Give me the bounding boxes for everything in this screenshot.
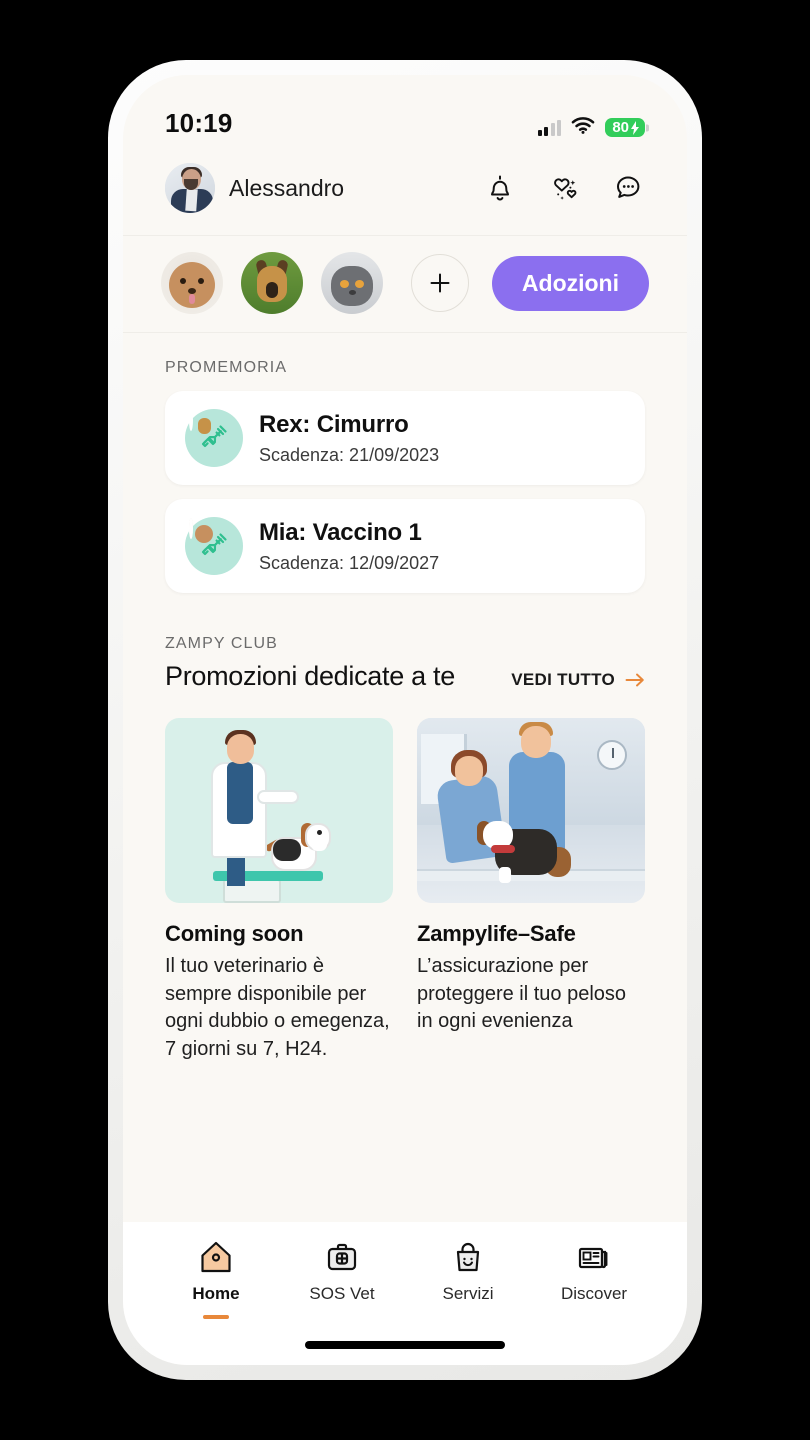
nav-active-indicator <box>329 1315 355 1319</box>
wifi-icon <box>571 116 595 139</box>
phone-screen: 10:19 80 Alessandro Adozioni PROMEMORIA … <box>123 75 687 1365</box>
pets-row: Adozioni <box>123 236 687 333</box>
pet-avatar-cat[interactable] <box>321 252 383 314</box>
reminder-due-date: Scadenza: 21/09/2023 <box>259 444 440 465</box>
status-bar-time: 10:19 <box>165 108 233 138</box>
cellular-signal-icon <box>537 119 562 136</box>
user-avatar[interactable] <box>165 163 215 213</box>
nav-item-servizi[interactable]: Servizi <box>405 1238 531 1319</box>
house-icon <box>201 1241 231 1273</box>
shopping-bag-smile-icon <box>456 1242 480 1272</box>
promo-description: Il tuo veterinario è sempre disponibile … <box>165 955 390 1060</box>
reminder-pet-badge <box>189 518 213 543</box>
status-bar-indicators: 80 <box>537 116 645 139</box>
zampy-club-header: ZAMPY CLUB Promozioni dedicate a te VEDI… <box>123 607 687 692</box>
screenshot-stage: 10:19 80 Alessandro Adozioni PROMEMORIA … <box>0 0 810 1440</box>
nav-label-servizi: Servizi <box>442 1284 494 1303</box>
main-content: PROMEMORIA Rex: Cimurro Scadenza: 21/09/… <box>123 333 687 1222</box>
two-vets-examining-dog-photo <box>417 718 645 903</box>
reminder-icon-wrap <box>185 517 243 575</box>
nav-active-indicator <box>455 1315 481 1319</box>
plus-icon <box>430 273 450 293</box>
nav-active-indicator <box>203 1315 229 1319</box>
battery-charging-icon: 80 <box>605 118 645 137</box>
zampy-club-title: Promozioni dedicate a te <box>165 661 455 691</box>
reminder-due-date: Scadenza: 12/09/2027 <box>259 552 440 573</box>
pet-avatar-poodle[interactable] <box>161 252 223 314</box>
promo-description: L’assicurazione per proteggere il tuo pe… <box>417 955 627 1033</box>
vet-with-beagle-illustration <box>165 718 393 903</box>
adoptions-button[interactable]: Adozioni <box>491 255 649 311</box>
reminder-text: Mia: Vaccino 1 Scadenza: 12/09/2027 <box>259 519 439 574</box>
header-actions <box>483 171 645 205</box>
newspaper-icon <box>578 1247 608 1269</box>
zampy-club-label: ZAMPY CLUB <box>165 635 278 652</box>
reminder-card[interactable]: Rex: Cimurro Scadenza: 21/09/2023 <box>165 391 645 485</box>
add-pet-button[interactable] <box>411 254 469 312</box>
app-header: Alessandro <box>123 147 687 236</box>
first-aid-kit-icon <box>327 1243 357 1271</box>
user-profile[interactable]: Alessandro <box>165 163 344 213</box>
nav-item-sos-vet[interactable]: SOS Vet <box>279 1238 405 1319</box>
reminder-pet-badge <box>189 410 211 434</box>
home-indicator <box>123 1331 687 1365</box>
reminder-text: Rex: Cimurro Scadenza: 21/09/2023 <box>259 411 439 466</box>
nav-active-indicator <box>581 1315 607 1319</box>
user-name: Alessandro <box>229 174 345 201</box>
reminder-title: Rex: Cimurro <box>259 410 409 438</box>
pet-avatar-german-shepherd[interactable] <box>241 252 303 314</box>
sparkle-hearts-icon[interactable] <box>547 171 581 205</box>
battery-level-text: 80 <box>612 119 629 136</box>
reminders-section-label: PROMEMORIA <box>165 359 288 376</box>
bell-icon[interactable] <box>483 171 517 205</box>
chat-bubble-icon[interactable] <box>611 171 645 205</box>
promo-title: Coming soon <box>165 921 304 946</box>
see-all-label: VEDI TUTTO <box>511 670 615 689</box>
promo-title: Zampylife–Safe <box>417 921 576 946</box>
nav-label-home: Home <box>192 1284 240 1303</box>
nav-item-discover[interactable]: Discover <box>531 1238 657 1319</box>
see-all-button[interactable]: VEDI TUTTO <box>511 670 645 690</box>
arrow-right-icon <box>625 673 644 687</box>
reminder-title: Mia: Vaccino 1 <box>259 518 422 546</box>
nav-label-discover: Discover <box>560 1284 628 1303</box>
bottom-navigation: Home SOS Vet Servizi Discover <box>123 1222 687 1331</box>
reminder-card[interactable]: Mia: Vaccino 1 Scadenza: 12/09/2027 <box>165 499 645 593</box>
reminder-icon-wrap <box>185 409 243 467</box>
promo-card[interactable]: Zampylife–Safe L’assicurazione per prote… <box>417 718 645 1063</box>
status-bar: 10:19 80 <box>123 75 687 147</box>
promo-cards: Coming soon Il tuo veterinario è sempre … <box>123 692 687 1063</box>
nav-item-home[interactable]: Home <box>153 1238 279 1319</box>
promo-card[interactable]: Coming soon Il tuo veterinario è sempre … <box>165 718 393 1063</box>
nav-label-sos-vet: SOS Vet <box>309 1284 375 1303</box>
